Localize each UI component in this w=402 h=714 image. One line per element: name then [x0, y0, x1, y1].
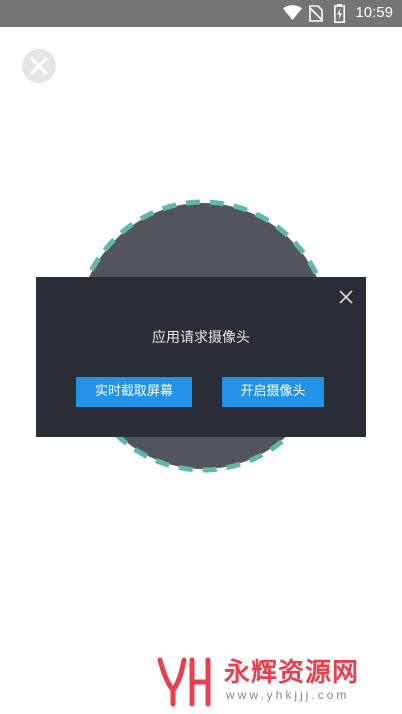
dialog-message: 应用请求摄像头	[152, 330, 250, 346]
watermark-title: 永辉资源网	[224, 658, 360, 688]
status-time: 10:59	[355, 4, 393, 21]
watermark-logo-icon	[156, 654, 216, 712]
open-camera-button[interactable]: 开启摄像头	[222, 377, 324, 407]
watermark: 永辉资源网 www.yhkjjj.com	[156, 652, 396, 710]
watermark-url: www.yhkjjj.com	[226, 688, 350, 702]
status-bar: 10:59	[0, 0, 402, 27]
screen: 10:59 应用请求摄像头 实时截取屏幕 开启摄像头 永辉资源网 www.yhk…	[0, 0, 402, 714]
close-icon	[339, 290, 353, 304]
screen-capture-button[interactable]: 实时截取屏幕	[76, 377, 192, 407]
no-sim-icon	[308, 5, 324, 26]
camera-request-dialog: 应用请求摄像头 实时截取屏幕 开启摄像头	[36, 277, 366, 437]
wifi-icon	[283, 5, 302, 25]
close-icon	[30, 57, 48, 75]
dialog-close-button[interactable]	[338, 289, 354, 305]
battery-charging-icon	[334, 4, 345, 27]
close-button[interactable]	[22, 49, 56, 83]
